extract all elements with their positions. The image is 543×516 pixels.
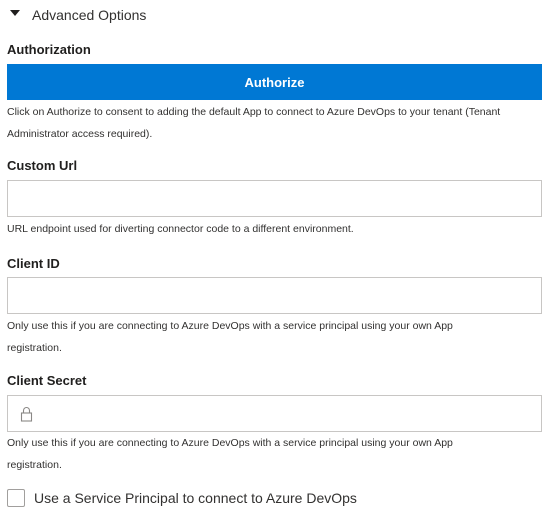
client-id-field [7,277,542,314]
client-secret-field [7,395,542,432]
service-principal-checkbox[interactable] [7,489,25,507]
advanced-options-panel: Advanced Options Authorization Authorize… [0,0,543,516]
client-id-input[interactable] [8,278,541,313]
custom-url-input[interactable] [8,181,541,216]
service-principal-option[interactable]: Use a Service Principal to connect to Az… [7,489,357,507]
client-secret-label: Client Secret [7,373,87,388]
authorization-help-line-2: Administrator access required). [7,128,153,140]
client-secret-help-line-1: Only use this if you are connecting to A… [7,437,453,449]
lock-icon [20,407,33,422]
authorization-help-line-1: Click on Authorize to consent to adding … [7,106,501,118]
authorization-label: Authorization [7,42,91,57]
custom-url-help-text: URL endpoint used for diverting connecto… [7,223,354,235]
caret-down-icon [10,10,20,16]
client-secret-input[interactable] [8,396,541,431]
authorize-button[interactable]: Authorize [7,64,542,100]
service-principal-label: Use a Service Principal to connect to Az… [34,490,357,506]
client-id-label: Client ID [7,256,60,271]
advanced-options-toggle[interactable]: Advanced Options [8,7,146,23]
authorization-help-text: Click on Authorize to consent to adding … [7,101,537,145]
client-id-help-line-2: registration. [7,342,62,354]
client-id-help-line-1: Only use this if you are connecting to A… [7,320,453,332]
custom-url-field [7,180,542,217]
client-secret-help-line-2: registration. [7,459,62,471]
custom-url-label: Custom Url [7,158,78,173]
client-id-help-text: Only use this if you are connecting to A… [7,315,537,359]
advanced-options-label: Advanced Options [32,7,147,23]
client-secret-help-text: Only use this if you are connecting to A… [7,432,537,476]
